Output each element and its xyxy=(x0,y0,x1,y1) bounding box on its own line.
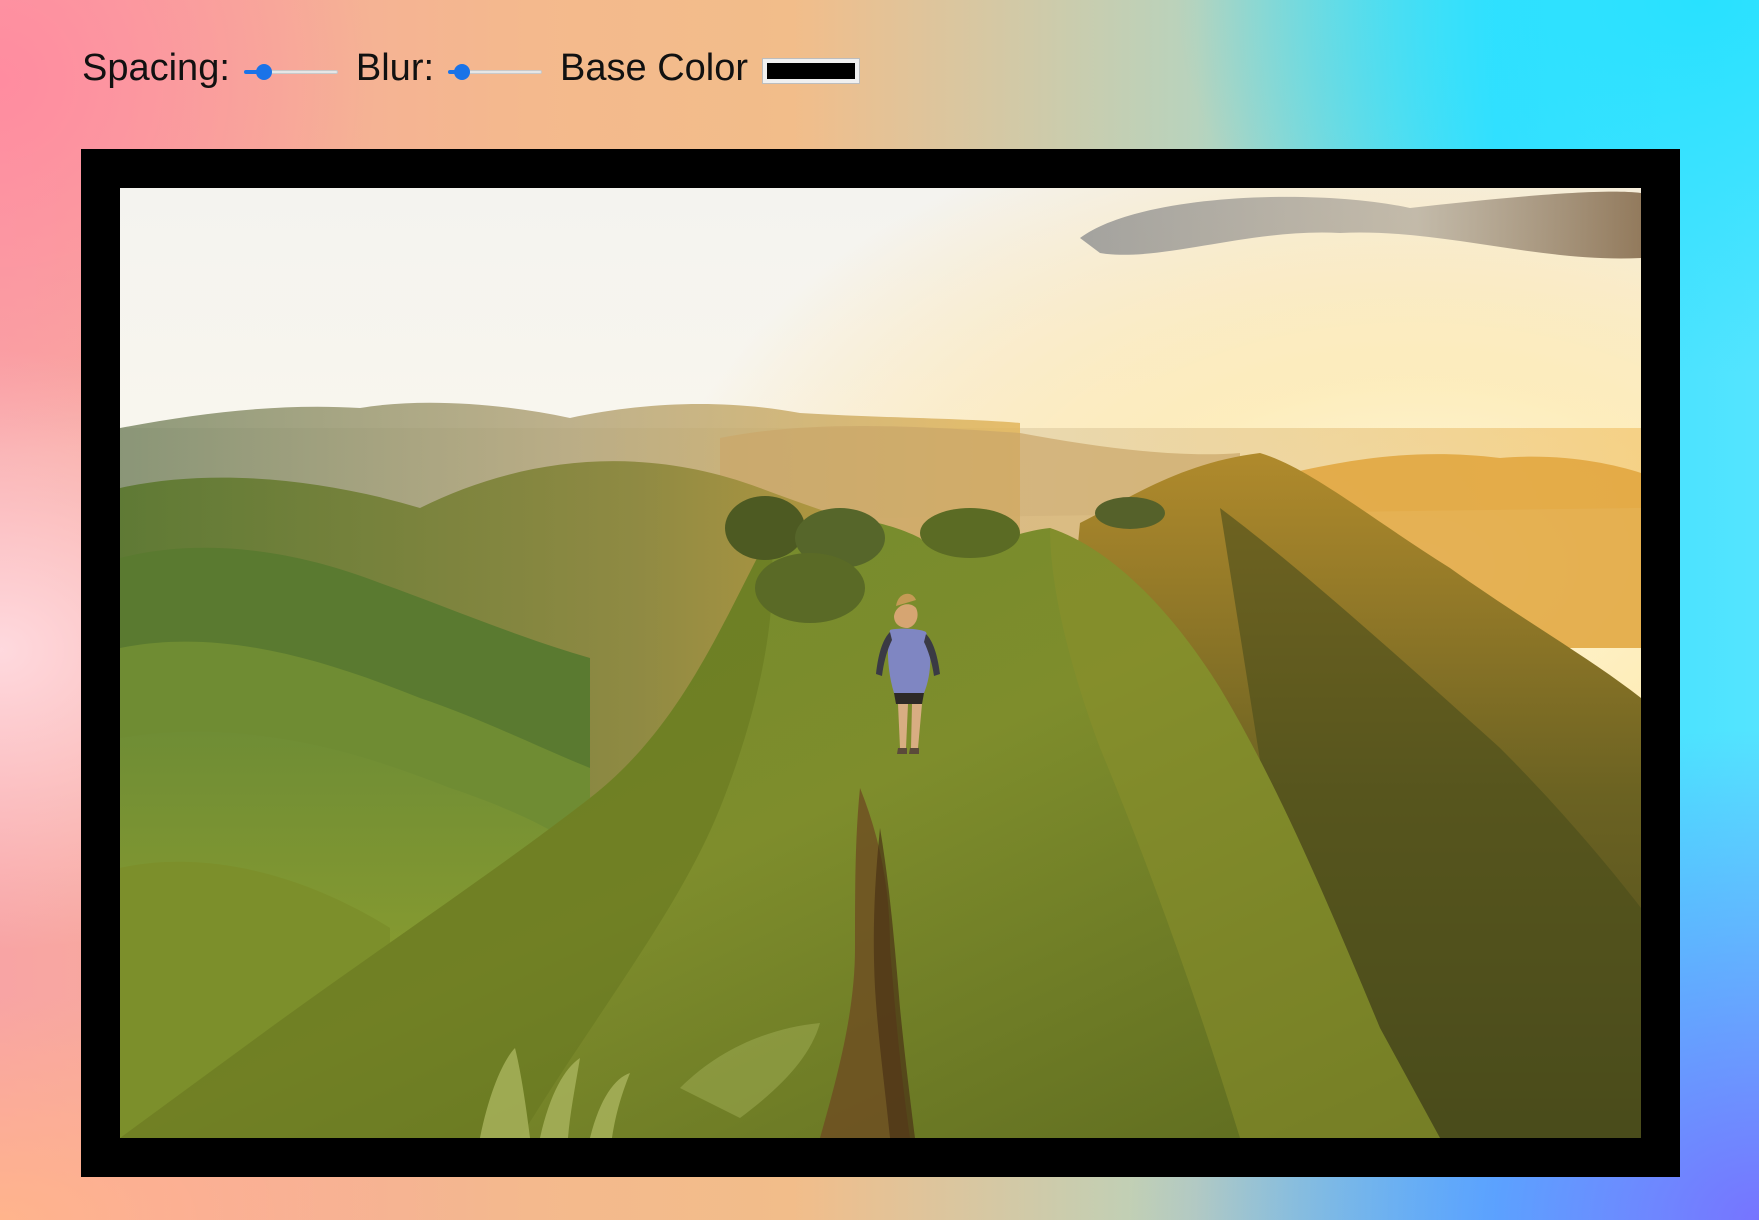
base-color-picker[interactable] xyxy=(762,58,861,84)
spacing-slider-thumb[interactable] xyxy=(255,64,272,80)
spacing-label: Spacing: xyxy=(82,46,230,89)
base-color-swatch xyxy=(767,63,856,79)
spacing-slider[interactable] xyxy=(243,62,338,82)
blur-slider[interactable] xyxy=(448,62,543,82)
blur-label: Blur: xyxy=(355,46,435,89)
base-color-label: Base Color xyxy=(560,46,749,89)
landscape-photo xyxy=(120,188,1641,1138)
mountain-ridge-image xyxy=(120,188,1641,1138)
controls-bar: Spacing: Blur: Base Color xyxy=(82,42,861,94)
blur-slider-thumb[interactable] xyxy=(454,64,471,80)
